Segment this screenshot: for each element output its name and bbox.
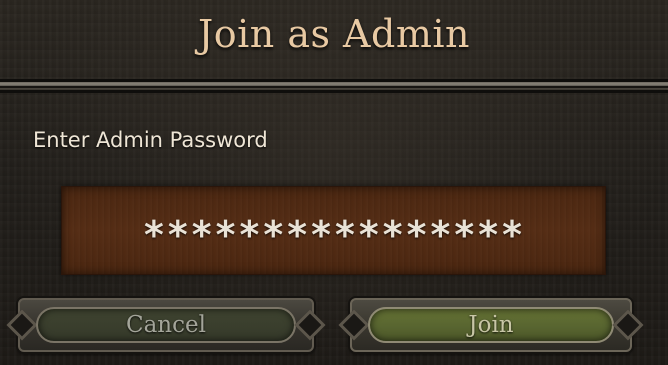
- join-button-label: Join: [468, 312, 514, 338]
- left-ornament-icon: [338, 309, 370, 341]
- join-button[interactable]: Join: [338, 298, 644, 352]
- admin-login-dialog: Join as Admin Enter Admin Password *****…: [0, 0, 668, 365]
- cancel-button-label: Cancel: [126, 312, 206, 338]
- cancel-button[interactable]: Cancel: [6, 298, 326, 352]
- admin-password-input[interactable]: ****************: [61, 186, 606, 275]
- title-divider: [0, 79, 668, 93]
- right-ornament-icon: [612, 309, 644, 341]
- left-ornament-icon: [6, 309, 38, 341]
- password-label: Enter Admin Password: [33, 128, 268, 152]
- right-ornament-icon: [294, 309, 326, 341]
- dialog-title: Join as Admin: [198, 12, 470, 56]
- password-masked-value: ****************: [142, 212, 525, 257]
